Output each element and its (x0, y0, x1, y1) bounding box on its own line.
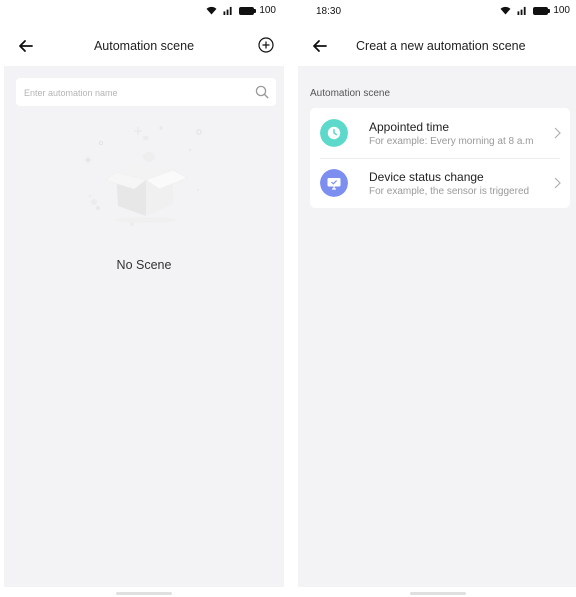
status-time: 18:30 (316, 6, 342, 17)
option-appointed-time[interactable]: Appointed time For example: Every mornin… (310, 108, 570, 158)
page-title: Creat a new automation scene (356, 39, 526, 53)
status-bar: 18:30 100 (298, 0, 576, 22)
chevron-right-icon (554, 127, 561, 139)
search-input[interactable] (22, 78, 226, 108)
option-subtitle: For example, the sensor is triggered (369, 186, 530, 197)
home-indicator[interactable] (410, 592, 466, 595)
battery-level: 100 (259, 5, 276, 16)
page-title: Automation scene (93, 39, 195, 53)
back-arrow-icon[interactable] (310, 36, 330, 56)
header: Automation scene (4, 30, 284, 62)
new-automation-scene-screen: 18:30 100 Creat a new automation scene A… (298, 0, 576, 597)
chevron-right-icon (554, 177, 561, 189)
signal-icon (223, 6, 232, 15)
option-title: Appointed time (369, 120, 450, 134)
empty-box-illustration (85, 126, 202, 226)
automation-options-card: Appointed time For example: Every mornin… (310, 108, 570, 208)
clock-icon (320, 119, 348, 147)
section-label: Automation scene (310, 88, 391, 99)
wifi-icon (206, 6, 217, 15)
device-icon (320, 169, 348, 197)
empty-state-text: No Scene (116, 258, 172, 272)
search-icon[interactable] (254, 84, 270, 100)
header: Creat a new automation scene (298, 30, 576, 62)
battery-level: 100 (553, 5, 570, 16)
search-bar (16, 78, 276, 108)
option-subtitle: For example: Every morning at 8 a.m (369, 136, 534, 147)
option-title: Device status change (369, 170, 484, 184)
status-icons: 100 (206, 5, 276, 16)
signal-icon (517, 6, 526, 15)
battery-icon (533, 6, 551, 15)
add-scene-button[interactable] (256, 35, 276, 55)
battery-icon (239, 6, 257, 15)
status-bar: 100 (4, 0, 284, 22)
option-device-status-change[interactable]: Device status change For example, the se… (310, 158, 570, 208)
status-icons: 100 (500, 5, 570, 16)
automation-scene-screen: 100 Automation scene No Scene (4, 0, 284, 597)
home-indicator[interactable] (116, 592, 172, 595)
wifi-icon (500, 6, 511, 15)
